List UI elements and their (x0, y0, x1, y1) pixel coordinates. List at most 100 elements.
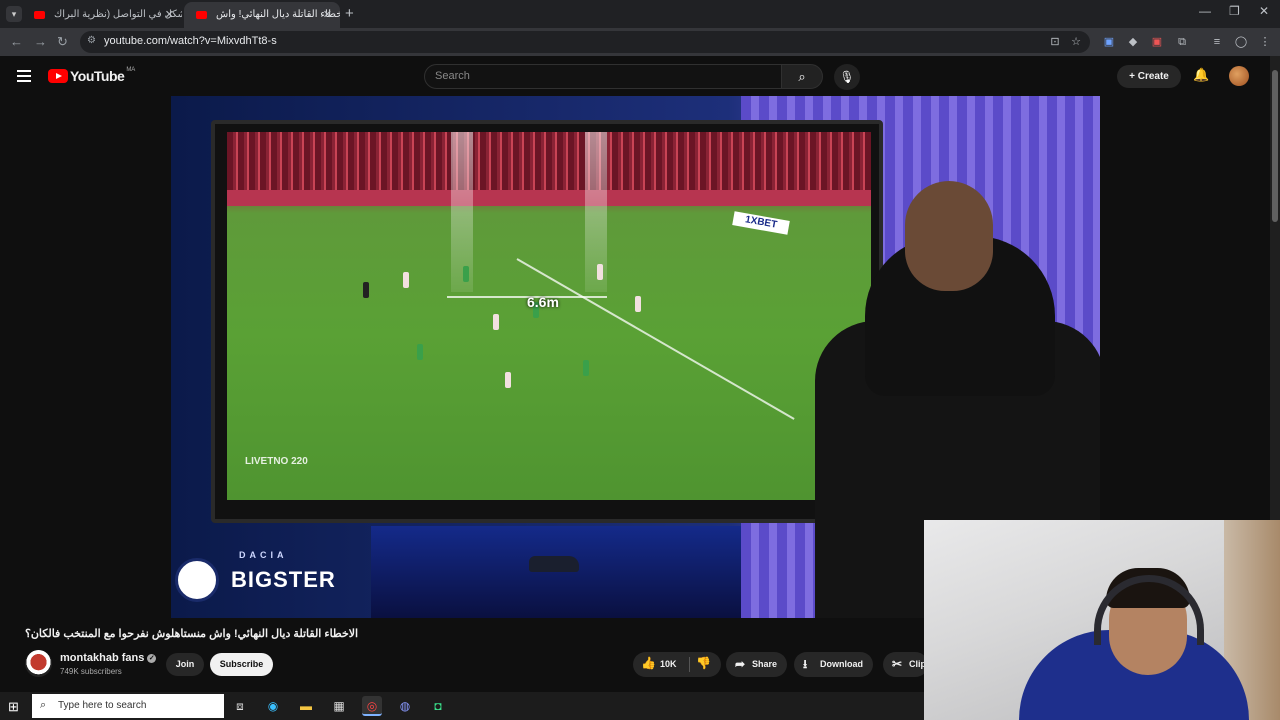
offside-marker (585, 132, 607, 292)
sponsor-logo: DACIA BIGSTER (175, 550, 336, 602)
windows-start-icon[interactable]: ⊞ (8, 699, 19, 715)
player (463, 266, 469, 282)
subscriber-count: 749K subscribers (60, 667, 122, 676)
tab-search-menu-button[interactable]: ▾ (6, 6, 22, 22)
player (597, 264, 603, 280)
close-window-icon[interactable]: ✕ (1259, 4, 1269, 18)
video-title: الاخطاء القاتلة ديال النهائي! واش منستاه… (25, 628, 359, 640)
new-tab-button[interactable]: + (345, 5, 354, 22)
pitch-line (516, 258, 795, 420)
like-count[interactable]: 10K (660, 659, 677, 669)
translate-extension-icon[interactable]: ▣ (1102, 35, 1116, 49)
share-label: Share (752, 659, 778, 669)
search-icon: ⌕ (798, 69, 806, 84)
back-icon[interactable]: ← (10, 34, 23, 49)
like-dislike-group: 👍 10K 👎 (633, 652, 721, 677)
car-model (529, 556, 579, 572)
bookmark-star-icon[interactable]: ☆ (1069, 35, 1083, 49)
player (417, 344, 423, 360)
minimize-window-icon[interactable]: — (1199, 4, 1211, 18)
chrome-browser-icon[interactable]: ◎ (362, 696, 382, 716)
download-label: Download (820, 659, 863, 669)
extension-red-icon[interactable]: ▣ (1150, 35, 1164, 49)
browser-tab-2[interactable]: الاخطاء القاتلة ديال النهائي! واش... ✕ (184, 2, 340, 28)
studio-tv-screen: 1XBET 6.6m LIVETNO 220 (211, 120, 883, 523)
search-box (424, 64, 782, 89)
webcam-overlay (924, 520, 1280, 720)
profile-icon[interactable]: ◯ (1234, 35, 1248, 49)
reload-icon[interactable]: ↻ (57, 34, 68, 50)
create-button[interactable]: + Create (1117, 65, 1181, 88)
sponsor-top-text: DACIA (239, 550, 288, 560)
channel-name-text: montakhab fans (60, 652, 145, 664)
verified-check-icon: ✓ (147, 654, 157, 663)
app-icon[interactable]: ◘ (428, 696, 448, 716)
hamburger-menu-icon[interactable] (17, 70, 31, 85)
youtube-header: YouTube MA ⌕ 🎙 + Create 🔔 (0, 56, 1270, 96)
studio-stand (371, 526, 741, 618)
advertising-board (227, 190, 871, 206)
scrollbar-thumb[interactable] (1272, 70, 1278, 222)
search-input[interactable] (435, 70, 765, 82)
microphone-icon: 🎙 (839, 70, 855, 84)
account-avatar[interactable] (1229, 66, 1249, 86)
taskbar-search-icon: ⌕ (40, 699, 47, 711)
browser-tab-2-label: الاخطاء القاتلة ديال النهائي! واش... (216, 9, 340, 20)
player (635, 296, 641, 312)
channel-name[interactable]: montakhab fans ✓ (60, 652, 157, 664)
youtube-favicon-icon (34, 11, 45, 19)
voice-search-button[interactable]: 🎙 (834, 64, 860, 90)
join-button[interactable]: Join (166, 653, 204, 676)
share-button[interactable]: ➦ Share (726, 652, 788, 677)
thumbs-down-icon[interactable]: 👎 (696, 656, 711, 670)
distance-overlay: 6.6m (527, 294, 559, 310)
player (505, 372, 511, 388)
presenter-head (905, 181, 993, 291)
thumbs-up-icon[interactable]: 👍 (641, 656, 656, 670)
player (403, 272, 409, 288)
discord-icon[interactable]: ◍ (395, 696, 415, 716)
page-scrollbar[interactable] (1270, 56, 1280, 520)
close-tab-icon[interactable]: ✕ (323, 2, 332, 28)
address-bar[interactable]: ⚙ youtube.com/watch?v=MixvdhTt8-s (80, 31, 1090, 53)
extensions-puzzle-icon[interactable]: ⧉ (1175, 35, 1189, 49)
player (583, 360, 589, 376)
windows-taskbar: ⊞ ⌕ Type here to search ⧈ ◉ ▬ ▦ ◎ ◍ ◘ (0, 692, 924, 720)
browser-toolbar: ← → ↻ ⚙ youtube.com/watch?v=MixvdhTt8-s … (0, 28, 1280, 56)
file-explorer-icon[interactable]: ▬ (296, 696, 316, 716)
youtube-play-logo-icon (48, 69, 68, 83)
restore-window-icon[interactable]: ❐ (1229, 4, 1240, 18)
youtube-logo-text: YouTube (70, 68, 125, 84)
install-app-icon[interactable]: ⊡ (1048, 35, 1062, 49)
task-view-icon[interactable]: ⧈ (230, 696, 250, 716)
url-text: youtube.com/watch?v=MixvdhTt8-s (104, 35, 277, 47)
edge-browser-icon[interactable]: ◉ (263, 696, 283, 716)
browser-tab-1[interactable]: مشكل في التواصل (نظرية البراك... ✕ (22, 2, 182, 28)
download-button[interactable]: ⭳ Download (794, 652, 873, 677)
media-controls-icon[interactable]: ≡ (1210, 35, 1224, 49)
browser-tab-1-label: مشكل في التواصل (نظرية البراك... (54, 9, 182, 20)
player (363, 282, 369, 298)
broadcaster-watermark: LIVETNO 220 (245, 456, 308, 467)
download-arrow-icon: ⭳ (803, 657, 808, 671)
search-button[interactable]: ⌕ (781, 64, 823, 89)
clip-button[interactable]: ✂ Clip (883, 652, 928, 677)
site-info-icon[interactable]: ⚙ (87, 35, 96, 46)
close-tab-icon[interactable]: ✕ (165, 2, 174, 28)
football-pitch-frame: 1XBET 6.6m LIVETNO 220 (227, 132, 871, 500)
taskbar-search-box[interactable]: ⌕ Type here to search (32, 694, 224, 718)
football-emblem-icon (175, 558, 219, 602)
share-arrow-icon: ➦ (735, 657, 746, 671)
forward-icon[interactable]: → (34, 34, 47, 49)
store-icon[interactable]: ▦ (329, 696, 349, 716)
plus-icon: + (1129, 71, 1138, 82)
youtube-logo[interactable]: YouTube MA (48, 67, 136, 84)
notifications-bell-icon[interactable]: 🔔 (1193, 67, 1209, 83)
browser-tab-strip: ▾ مشكل في التواصل (نظرية البراك... ✕ الا… (0, 0, 1280, 28)
extension-diamond-icon[interactable]: ◆ (1126, 35, 1140, 49)
browser-menu-icon[interactable]: ⋮ (1258, 35, 1272, 49)
subscribe-button[interactable]: Subscribe (210, 653, 273, 676)
scissors-icon: ✂ (892, 657, 903, 671)
channel-avatar[interactable] (25, 650, 52, 677)
country-code: MA (126, 67, 136, 73)
